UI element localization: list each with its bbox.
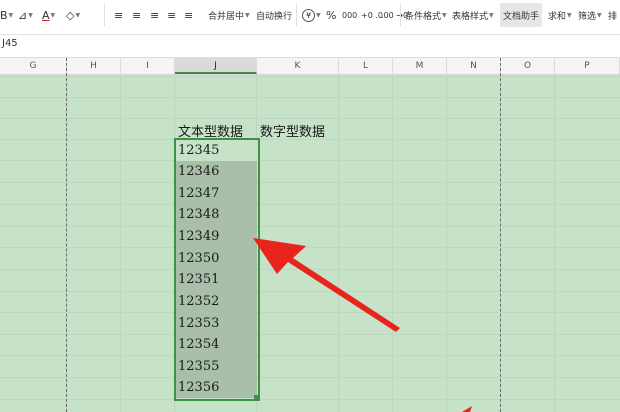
annotation-arrow-icon (253, 238, 472, 412)
